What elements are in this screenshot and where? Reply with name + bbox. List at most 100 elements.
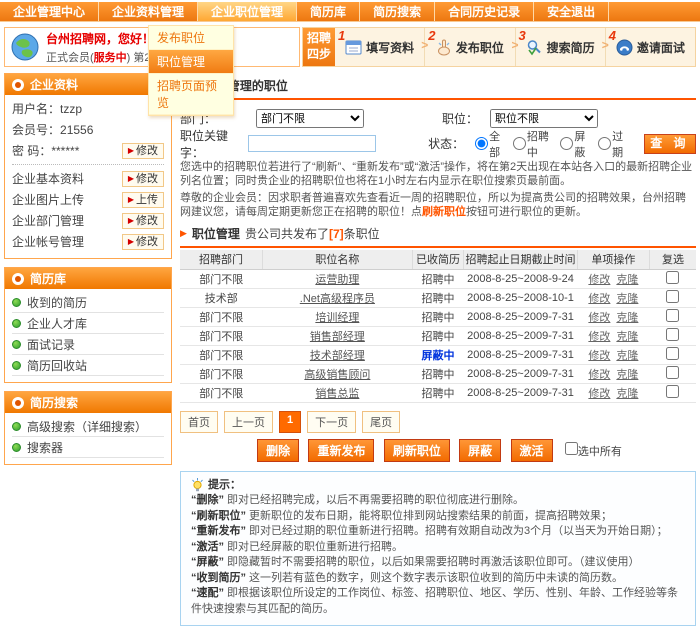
job-link[interactable]: 销售总监 (315, 388, 359, 400)
account-mgmt-link[interactable]: 企业帐号管理 (12, 233, 84, 250)
position-select[interactable]: 职位不限 (490, 109, 598, 128)
step-publish-position[interactable]: 2 发布职位 > (425, 28, 515, 66)
status-option-all[interactable]: 全部 (471, 128, 507, 160)
username-row: 用户名：tzzp (12, 98, 164, 119)
sidebar-item-interview-records[interactable]: 面试记录 (12, 334, 164, 355)
republish-button[interactable]: 重新发布 (308, 439, 374, 462)
modify-link[interactable]: 修改 (588, 388, 610, 400)
modify-link[interactable]: 修改 (588, 369, 610, 381)
job-link[interactable]: 运营助理 (315, 274, 359, 286)
row-checkbox[interactable] (666, 347, 679, 360)
modify-password-button[interactable]: ▶修改 (122, 143, 164, 159)
section-title: 企业资料 (30, 76, 78, 93)
keyword-input[interactable] (248, 135, 376, 152)
modify-account-button[interactable]: ▶修改 (122, 234, 164, 250)
steps-label: 招聘四步 (303, 28, 335, 66)
row-checkbox[interactable] (666, 385, 679, 398)
refresh-position-button[interactable]: 刷新职位 (384, 439, 450, 462)
step-search-resume[interactable]: 3 搜索简历 > (516, 28, 606, 66)
next-page-button[interactable]: 下一页 (307, 411, 356, 433)
row-checkbox[interactable] (666, 271, 679, 284)
status-option-expired[interactable]: 过期 (594, 128, 630, 160)
nav-tab-logout[interactable]: 安全退出 (534, 2, 609, 21)
block-button[interactable]: 屏蔽 (459, 439, 501, 462)
job-link[interactable]: 培训经理 (315, 312, 359, 324)
sidebar-item-search-tool[interactable]: 搜索器 (12, 437, 164, 458)
modify-basic-info-button[interactable]: ▶修改 (122, 171, 164, 187)
modify-link[interactable]: 修改 (588, 293, 610, 305)
dept-mgmt-link[interactable]: 企业部门管理 (12, 212, 84, 229)
step-fill-info[interactable]: 1 填写资料 > (335, 28, 425, 66)
nav-tab-contract-history[interactable]: 合同历史记录 (435, 2, 534, 21)
status-option-blocked[interactable]: 屏蔽 (556, 128, 592, 160)
positions-table: 招聘部门 职位名称 已收简历 招聘起止日期截止时间 单项操作 复选 部门不限 运… (180, 250, 696, 403)
sidebar-item-advanced-search[interactable]: 高级搜索（详细搜索） (12, 416, 164, 437)
nav-tab-position-mgmt[interactable]: 企业职位管理 (198, 2, 297, 21)
status-radio-blocked[interactable] (560, 137, 573, 150)
nav-tab-resume-search[interactable]: 简历搜索 (360, 2, 435, 21)
col-select: 复选 (650, 250, 696, 269)
page-number-current[interactable]: 1 (279, 411, 301, 433)
nav-tab-company-profile[interactable]: 企业资料管理 (99, 2, 198, 21)
sidebar-item-talent-pool[interactable]: 企业人才库 (12, 313, 164, 334)
clone-link[interactable]: 克隆 (616, 312, 638, 324)
modify-link[interactable]: 修改 (588, 274, 610, 286)
row-checkbox[interactable] (666, 366, 679, 379)
query-row-2: 职位关键字： 状态： 全部 招聘中 屏蔽 过期 查 询 (180, 131, 696, 156)
menu-item-preview-page[interactable]: 招聘页面预览 (149, 74, 233, 115)
col-resumes: 已收简历 (412, 250, 464, 269)
menu-item-manage-position[interactable]: 职位管理 (149, 50, 233, 74)
select-all-checkbox[interactable] (565, 442, 578, 455)
search-button[interactable]: 查 询 (644, 134, 696, 154)
step-number: 3 (519, 28, 526, 43)
menu-item-publish-position[interactable]: 发布职位 (149, 26, 233, 50)
globe-icon (11, 33, 39, 61)
step-invite-interview[interactable]: 4 邀请面试 (606, 28, 695, 66)
last-page-button[interactable]: 尾页 (362, 411, 400, 433)
modify-link[interactable]: 修改 (588, 350, 610, 362)
delete-button[interactable]: 删除 (257, 439, 299, 462)
date-range: 2008-8-25~2009-7-31 (464, 307, 578, 326)
first-page-button[interactable]: 首页 (180, 411, 218, 433)
upload-image-button[interactable]: ▶上传 (122, 192, 164, 208)
job-link[interactable]: 技术部经理 (310, 350, 365, 362)
status-radio-expired[interactable] (598, 137, 611, 150)
status-text: 招聘中 (421, 274, 454, 286)
row-checkbox[interactable] (666, 309, 679, 322)
row-checkbox[interactable] (666, 328, 679, 341)
prev-page-button[interactable]: 上一页 (224, 411, 273, 433)
arrow-icon: ▶ (180, 228, 187, 239)
clone-link[interactable]: 克隆 (616, 274, 638, 286)
basic-info-link[interactable]: 企业基本资料 (12, 170, 84, 187)
modify-link[interactable]: 修改 (588, 331, 610, 343)
clone-link[interactable]: 克隆 (616, 388, 638, 400)
sidebar-item-received-resumes[interactable]: 收到的简历 (12, 292, 164, 313)
orange-divider (180, 246, 696, 248)
status-radio-all[interactable] (475, 137, 488, 150)
clone-link[interactable]: 克隆 (616, 369, 638, 381)
table-row: 部门不限 培训经理 招聘中 2008-8-25~2009-7-31 修改克隆 (180, 307, 696, 326)
clone-link[interactable]: 克隆 (616, 331, 638, 343)
status-radio-recruiting[interactable] (513, 137, 526, 150)
job-link[interactable]: .Net高级程序员 (300, 293, 375, 305)
modify-dept-button[interactable]: ▶修改 (122, 213, 164, 229)
tip-text: 即根据该职位所设定的工作岗位、标签、招聘职位、地区、学历、性别、年龄、工作经验等… (191, 587, 678, 615)
refresh-position-highlight[interactable]: 刷新职位 (422, 206, 466, 218)
tip-text: 即对已经屏蔽的职位重新进行招聘。 (224, 541, 403, 553)
member-no-row: 会员号：21556 (12, 119, 164, 140)
job-link[interactable]: 高级销售顾问 (304, 369, 370, 381)
clone-link[interactable]: 克隆 (616, 350, 638, 362)
nav-tab-company-center[interactable]: 企业管理中心 (0, 2, 99, 21)
status-option-recruiting[interactable]: 招聘中 (509, 128, 555, 160)
nav-tab-resume-lib[interactable]: 简历库 (297, 2, 360, 21)
job-link[interactable]: 销售部经理 (310, 331, 365, 343)
radio-label: 招聘中 (527, 128, 555, 160)
clone-link[interactable]: 克隆 (616, 293, 638, 305)
sidebar-item-resume-recycle[interactable]: 简历回收站 (12, 355, 164, 376)
dept-select[interactable]: 部门不限 (256, 109, 364, 128)
modify-link[interactable]: 修改 (588, 312, 610, 324)
tip-text: 这一列若有蓝色的数字，则这个数字表示该职位收到的简历中未读的简历数。 (246, 572, 623, 584)
row-checkbox[interactable] (666, 290, 679, 303)
image-upload-link[interactable]: 企业图片上传 (12, 191, 84, 208)
activate-button[interactable]: 激活 (511, 439, 553, 462)
